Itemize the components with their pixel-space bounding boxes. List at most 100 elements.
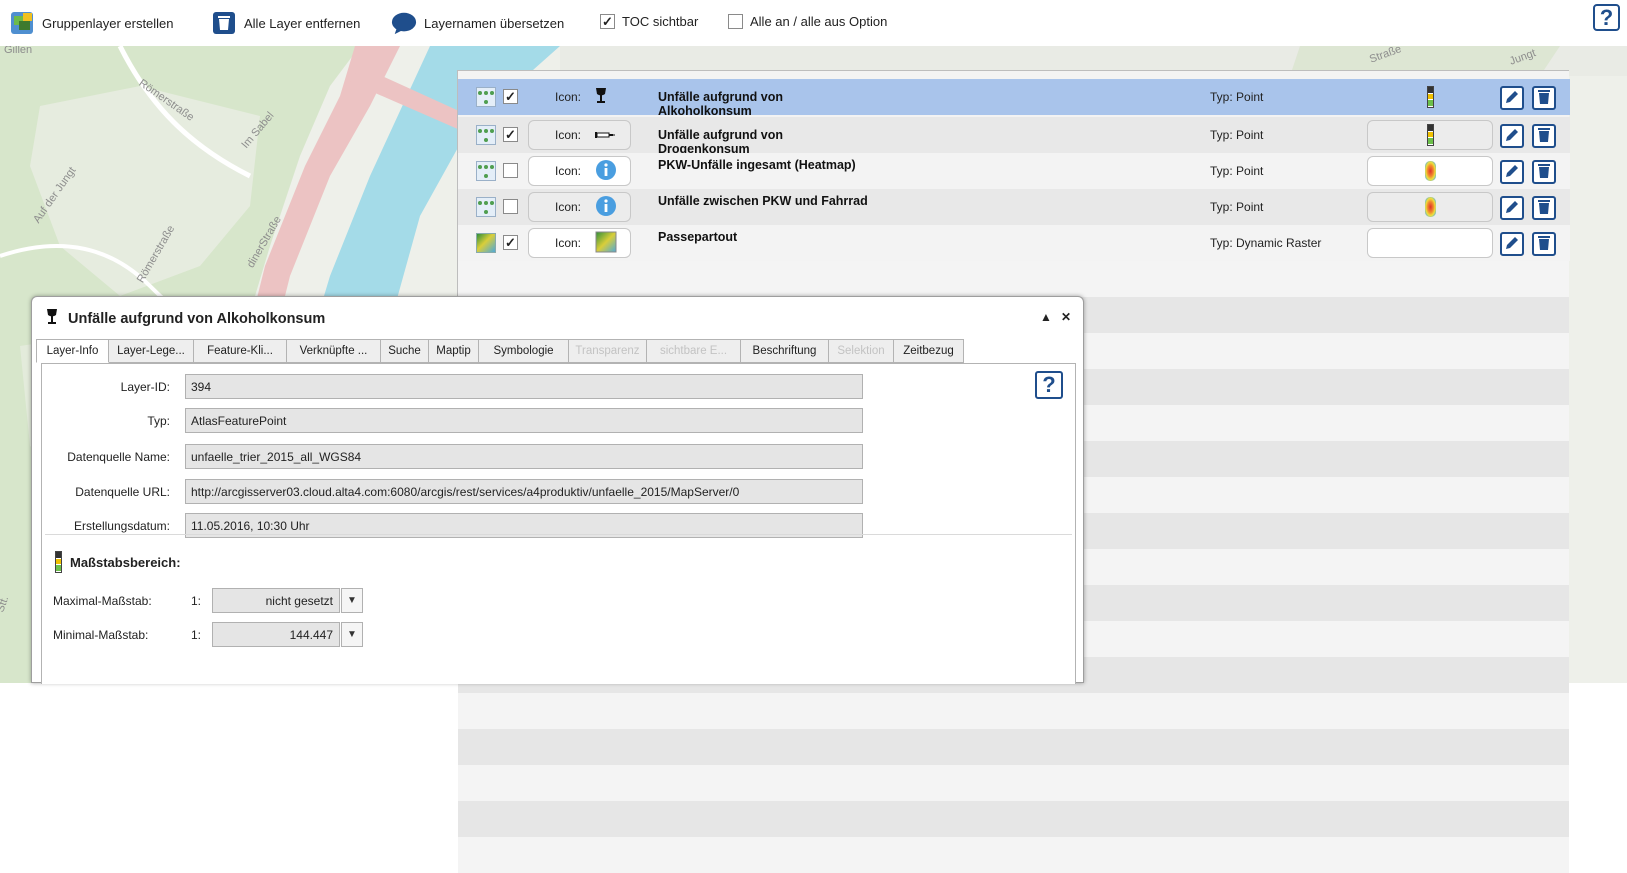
layer-drag-handle-icon[interactable] [476, 87, 496, 107]
toc-visible-checkbox[interactable]: ✓ [600, 14, 615, 29]
tab-maptip[interactable]: Maptip [429, 339, 479, 363]
layer-drag-handle-icon[interactable] [476, 233, 496, 253]
layer-icon-box[interactable]: Icon: [528, 156, 631, 186]
layer-scale-box[interactable] [1367, 120, 1493, 150]
layer-title: Unfälle zwischen PKW und Fahrrad [658, 194, 868, 208]
layer-icon-label: Icon: [555, 128, 582, 142]
remove-all-layers-button[interactable]: Alle Layer entfernen [211, 10, 360, 36]
heatmap-icon [1424, 161, 1436, 181]
translate-layer-names-button[interactable]: Layernamen übersetzen [391, 10, 564, 36]
scale-range-heading: Maßstabsbereich: [55, 551, 181, 573]
pencil-icon [1504, 199, 1520, 218]
delete-layer-button[interactable] [1532, 124, 1556, 148]
layer-visibility-checkbox[interactable] [503, 163, 518, 178]
window-controls: ▲ ✕ [1040, 310, 1071, 324]
pencil-icon [1504, 163, 1520, 182]
layer-icon-label: Icon: [555, 236, 582, 250]
field-label: Datenquelle Name: [67, 450, 170, 464]
layer-scale-box[interactable] [1367, 156, 1493, 186]
trash-icon [1537, 89, 1551, 108]
field-label: Datenquelle URL: [75, 485, 170, 499]
layer-icon-box[interactable]: Icon: [528, 228, 631, 258]
tab-layer-lege[interactable]: Layer-Lege... [109, 339, 194, 363]
tab-verknüpfte[interactable]: Verknüpfte ... [287, 339, 381, 363]
goblet-icon [46, 308, 58, 330]
trash-icon [1537, 235, 1551, 254]
layer-drag-handle-icon[interactable] [476, 125, 496, 145]
tab-suche[interactable]: Suche [381, 339, 429, 363]
trash-icon [211, 10, 237, 36]
toc-visible-label: TOC sichtbar [622, 14, 699, 29]
layer-info-panel: Layer-ID: 394 Typ: AtlasFeaturePoint Datenqu… [41, 363, 1076, 684]
layer-drag-handle-icon[interactable] [476, 161, 496, 181]
layer-icon-box[interactable]: Icon: [528, 192, 631, 222]
tab-selektion: Selektion [829, 339, 894, 363]
layer-visibility-checkbox[interactable]: ✓ [503, 127, 518, 142]
layer-row[interactable]: ✓ Icon: Unfälle aufgrund von Drogenkonsum T… [458, 117, 1570, 156]
all-on-off-toggle[interactable]: Alle an / alle aus Option [728, 14, 887, 29]
tab-feature-kli[interactable]: Feature-Kli... [194, 339, 287, 363]
delete-layer-button[interactable] [1532, 196, 1556, 220]
layer-drag-handle-icon[interactable] [476, 197, 496, 217]
tab-layer-info[interactable]: Layer-Info [36, 339, 109, 363]
edit-layer-button[interactable] [1500, 160, 1524, 184]
panel-stripe [458, 801, 1569, 837]
layer-group-icon [9, 10, 35, 36]
field-value: 394 [185, 374, 863, 399]
scale-range-title: Maßstabsbereich: [70, 554, 181, 570]
layer-visibility-checkbox[interactable]: ✓ [503, 235, 518, 250]
all-on-off-checkbox[interactable] [728, 14, 743, 29]
toc-visible-toggle[interactable]: ✓ TOC sichtbar [600, 14, 698, 29]
min-scale-prefix: 1: [191, 628, 202, 642]
layer-row[interactable]: ✓ Icon: Passepartout Typ: Dynamic Raster [458, 225, 1570, 261]
tab-symbologie[interactable]: Symbologie [479, 339, 569, 363]
max-scale-dropdown[interactable]: ▼ [341, 588, 363, 613]
panel-stripe [458, 837, 1569, 873]
min-scale-dropdown[interactable]: ▼ [341, 622, 363, 647]
delete-layer-button[interactable] [1532, 232, 1556, 256]
panel-stripe [458, 261, 1569, 297]
chevron-down-icon: ▼ [347, 595, 357, 606]
map-label: Gillen [4, 46, 33, 56]
help-button[interactable]: ? [1035, 371, 1063, 399]
layer-icon-box[interactable]: Icon: [528, 120, 631, 150]
min-scale-input[interactable]: 144.447 [212, 622, 340, 647]
delete-layer-button[interactable] [1532, 160, 1556, 184]
min-scale-label: Minimal-Maßstab: [53, 628, 149, 642]
help-button[interactable]: ? [1593, 4, 1620, 31]
tab-beschriftung[interactable]: Beschriftung [741, 339, 829, 363]
tab-zeitbezug[interactable]: Zeitbezug [894, 339, 964, 363]
goblet-icon [595, 87, 607, 108]
field-value: http://arcgisserver03.cloud.alta4.com:60… [185, 479, 863, 504]
create-group-layer-button[interactable]: Gruppenlayer erstellen [9, 10, 174, 36]
layer-type: Typ: Point [1210, 200, 1264, 214]
info-icon [595, 195, 617, 220]
edit-layer-button[interactable] [1500, 124, 1524, 148]
window-title: Unfälle aufgrund von Alkoholkonsum [46, 308, 325, 330]
delete-layer-button[interactable] [1532, 86, 1556, 110]
layer-row[interactable]: ✓ Icon: Unfälle aufgrund von Alkoholkonsum… [458, 79, 1570, 118]
edit-layer-button[interactable] [1500, 196, 1524, 220]
max-scale-prefix: 1: [191, 594, 202, 608]
trash-icon [1537, 127, 1551, 146]
max-scale-input[interactable]: nicht gesetzt [212, 588, 340, 613]
layer-row[interactable]: Icon: PKW-Unfälle ingesamt (Heatmap) Typ: … [458, 153, 1570, 189]
layer-row[interactable]: Icon: Unfälle zwischen PKW und Fahrrad Typ… [458, 189, 1570, 225]
window-title-text: Unfälle aufgrund von Alkoholkonsum [68, 311, 326, 327]
field-value: AtlasFeaturePoint [185, 408, 863, 433]
edit-layer-button[interactable] [1500, 86, 1524, 110]
edit-layer-button[interactable] [1500, 232, 1524, 256]
layer-icon-box[interactable]: Icon: [528, 82, 631, 112]
layer-scale-box[interactable] [1367, 228, 1493, 258]
layer-title: PKW-Unfälle ingesamt (Heatmap) [658, 158, 856, 172]
close-icon[interactable]: ✕ [1061, 310, 1071, 324]
layer-scale-box[interactable] [1367, 82, 1493, 112]
layer-visibility-checkbox[interactable]: ✓ [503, 89, 518, 104]
layer-icon-label: Icon: [555, 164, 582, 178]
layer-scale-box[interactable] [1367, 192, 1493, 222]
layer-visibility-checkbox[interactable] [503, 199, 518, 214]
max-scale-label: Maximal-Maßstab: [53, 594, 152, 608]
tab-sichtbare-e: sichtbare E... [647, 339, 741, 363]
collapse-icon[interactable]: ▲ [1040, 310, 1052, 324]
layer-type: Typ: Dynamic Raster [1210, 236, 1322, 250]
